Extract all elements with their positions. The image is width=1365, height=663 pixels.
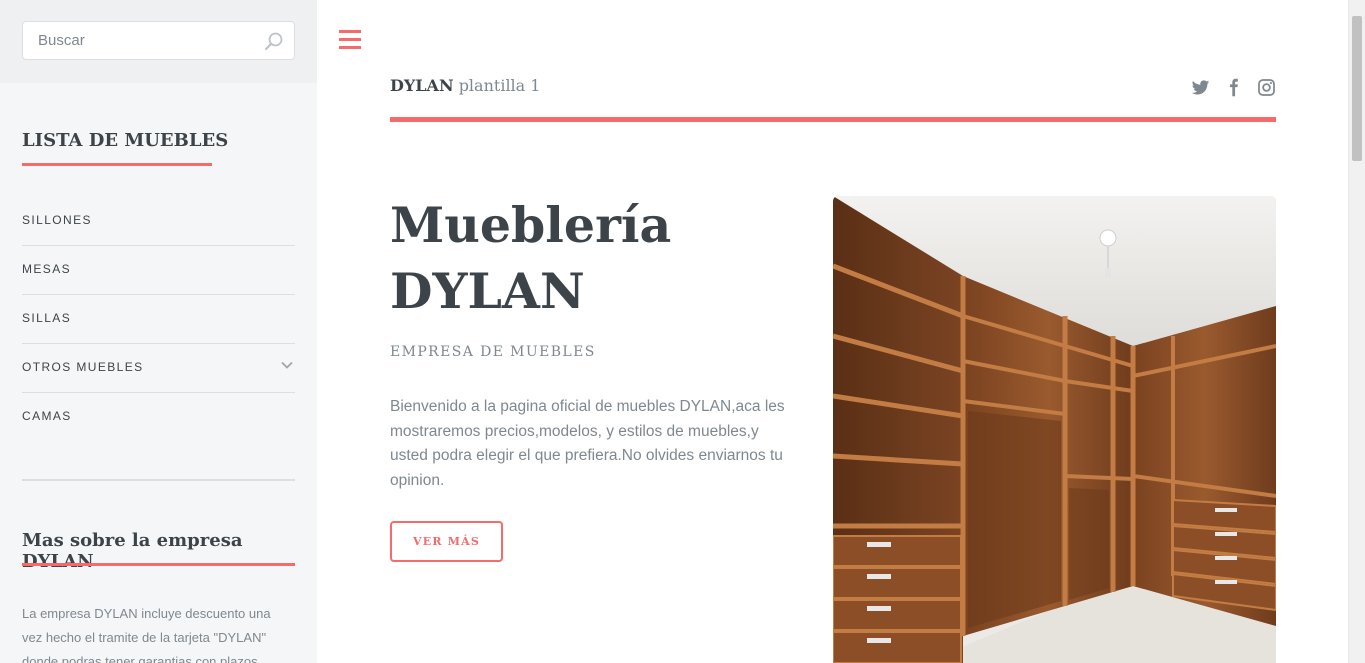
closet-illustration: [833, 196, 1276, 663]
search-icon[interactable]: [264, 31, 284, 51]
search-box[interactable]: [22, 21, 295, 60]
chevron-down-icon[interactable]: [281, 359, 293, 371]
hero-title-line2: DYLAN: [390, 262, 585, 320]
site-logo[interactable]: DYLAN plantilla 1: [390, 76, 540, 95]
sidebar-item-label: OTROS MUEBLES: [22, 360, 144, 374]
sidebar-item-otros-muebles[interactable]: OTROS MUEBLES: [22, 344, 295, 393]
sidebar-item-label: CAMAS: [22, 409, 72, 423]
social-icons: [1191, 78, 1276, 97]
search-section: [0, 0, 317, 83]
sidebar-menu: SILLONES MESAS SILLAS OTROS MUEBLES CAMA…: [22, 197, 295, 442]
sidebar-item-sillas[interactable]: SILLAS: [22, 295, 295, 344]
hero-description: Bienvenido a la pagina oficial de mueble…: [390, 398, 785, 489]
hero-title: Mueblería DYLAN: [390, 192, 790, 324]
sidebar-item-label: MESAS: [22, 262, 72, 276]
sidebar-about-text: La empresa DYLAN incluye descuento una v…: [22, 606, 271, 663]
sidebar-divider: [22, 479, 295, 481]
sidebar-item-sillones[interactable]: SILLONES: [22, 197, 295, 246]
heading-underline: [22, 563, 295, 566]
sidebar-item-mesas[interactable]: MESAS: [22, 246, 295, 295]
scrollbar-thumb[interactable]: [1352, 16, 1362, 161]
hero-title-line1: Mueblería: [390, 196, 672, 254]
instagram-icon[interactable]: [1257, 78, 1276, 97]
ver-mas-button[interactable]: VER MÁS: [390, 521, 503, 562]
search-input[interactable]: [23, 22, 253, 59]
sidebar-item-label: SILLONES: [22, 213, 92, 227]
sidebar-menu-heading: LISTA DE MUEBLES: [22, 130, 229, 151]
hero-image: [833, 196, 1276, 663]
logo-name: DYLAN: [390, 76, 454, 95]
menu-toggle-icon[interactable]: [339, 30, 361, 50]
twitter-icon[interactable]: [1191, 78, 1210, 97]
facebook-icon[interactable]: [1224, 78, 1243, 97]
logo-subtitle: plantilla 1: [458, 76, 541, 95]
sidebar-item-label: SILLAS: [22, 311, 72, 325]
scrollbar[interactable]: [1348, 0, 1365, 663]
header-divider: [390, 117, 1276, 122]
sidebar: LISTA DE MUEBLES SILLONES MESAS SILLAS O…: [0, 0, 317, 663]
heading-underline: [22, 163, 212, 166]
sidebar-item-camas[interactable]: CAMAS: [22, 393, 295, 442]
hero-subtitle: EMPRESA DE MUEBLES: [390, 344, 596, 360]
main-content: DYLAN plantilla 1 Mueblería DYLAN EMPRES…: [317, 0, 1348, 663]
